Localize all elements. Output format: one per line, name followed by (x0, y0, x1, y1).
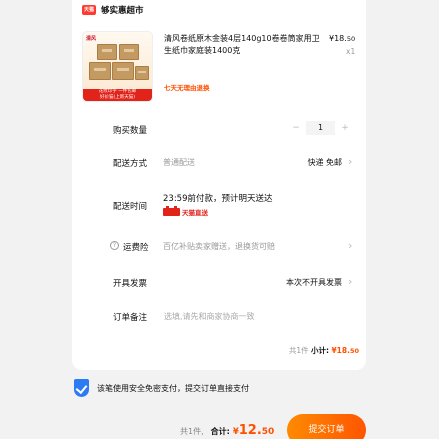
insurance-label: 运费险 (123, 243, 149, 253)
submit-order-button[interactable]: 提交订单 (287, 414, 366, 439)
subtotal-label: 小计: (311, 346, 330, 355)
invoice-select[interactable]: 本次不开具发票 (286, 277, 342, 288)
subtotal-count: 共1件 (288, 346, 309, 355)
product-price: ¥18.50 (329, 34, 355, 43)
security-text: 该笔使用安全免密支付，提交订单直接支付 (97, 383, 249, 393)
insurance-chevron-icon[interactable]: › (348, 240, 352, 251)
thumb-tag-line2: 好价猫(上新天猫) (99, 95, 135, 100)
quantity-plus-button[interactable]: + (335, 123, 355, 133)
total-integer: 12. (238, 423, 262, 438)
product-thumbnail[interactable]: 清风 花纹印字 一件包邮 好价猫(上新天猫) (82, 31, 153, 102)
shipping-chevron-icon[interactable]: › (348, 156, 352, 167)
return-policy-tag: 七天无理由退换 (164, 84, 210, 92)
insurance-value[interactable]: 百亿补贴卖家赠送，退换货可赔 (163, 241, 275, 252)
subtotal-integer: 18. (336, 346, 350, 355)
shipping-label: 配送方式 (113, 159, 148, 169)
order-note-input[interactable]: 选填,请先和商家协商一致 (164, 311, 255, 322)
shipping-method-select[interactable]: 快递 免邮 (307, 157, 342, 168)
shipping-type: 普通配送 (163, 158, 195, 167)
delivery-label: 配送时间 (113, 202, 148, 212)
quantity-label: 购买数量 (113, 126, 148, 136)
subtotal: 共1件 小计: ¥18.50 (289, 345, 359, 356)
tmall-cat-icon (163, 206, 180, 216)
thumb-box-2 (119, 44, 139, 60)
price-integer: 18. (334, 34, 347, 43)
tmall-badge-icon: 天猫 (82, 5, 96, 15)
security-notice: 该笔使用安全免密支付，提交订单直接支付 (74, 379, 249, 397)
invoice-chevron-icon[interactable]: › (348, 276, 352, 287)
invoice-label: 开具发票 (113, 279, 148, 289)
order-total: 共1件, 合计: ¥ 12. 50 (180, 423, 274, 438)
shield-check-icon (74, 379, 89, 397)
thumb-box-5 (135, 66, 149, 80)
help-icon[interactable]: ? (110, 241, 119, 250)
subtotal-amount: ¥18.50 (331, 346, 359, 355)
quantity-stepper[interactable]: − 1 + (286, 121, 355, 135)
price-decimal: 50 (346, 35, 356, 43)
product-quantity: x1 (346, 47, 356, 56)
product-title[interactable]: 清风卷纸原木金装4层140g10卷卷筒家用卫生纸巾家庭装1400克 (164, 33, 320, 57)
thumb-brand-logo: 清风 (86, 36, 97, 42)
delivery-time: 23:59前付款，预计明天送达 (163, 194, 273, 204)
thumb-box-4 (112, 62, 134, 80)
total-decimal: 50 (261, 427, 275, 437)
tmall-direct-text: 天猫直送 (182, 209, 208, 217)
thumb-promo-tag: 花纹印字 一件包邮 好价猫(上新天猫) (83, 89, 152, 101)
total-count: 共1件, (180, 427, 204, 436)
store-name[interactable]: 够实惠超市 (101, 4, 144, 16)
quantity-minus-button[interactable]: − (286, 123, 306, 133)
subtotal-decimal: 50 (349, 347, 359, 355)
quantity-input[interactable]: 1 (306, 121, 335, 135)
total-label: 合计: (210, 427, 230, 436)
order-note-label: 订单备注 (113, 313, 148, 323)
thumb-box-1 (97, 44, 117, 60)
tmall-direct-tag: 天猫直送 (163, 206, 208, 217)
store-header[interactable]: 天猫 够实惠超市 (82, 3, 144, 17)
thumb-box-3 (89, 62, 111, 80)
